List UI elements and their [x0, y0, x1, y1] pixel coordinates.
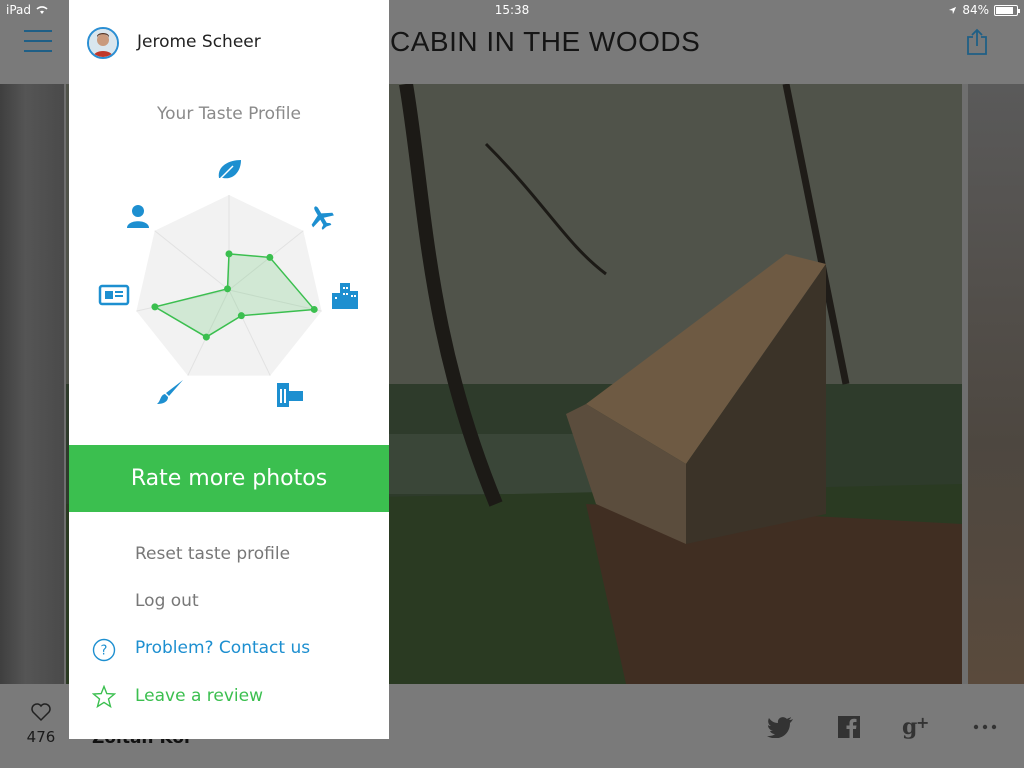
- leave-review-link[interactable]: Leave a review: [135, 686, 263, 706]
- svg-text:?: ?: [101, 644, 108, 659]
- radar-point: [266, 253, 274, 261]
- menu-icon[interactable]: [24, 30, 52, 52]
- city-icon[interactable]: [332, 283, 358, 309]
- heart-icon: [31, 703, 51, 722]
- travel-icon[interactable]: [305, 201, 338, 234]
- radar-point: [202, 333, 210, 341]
- battery-icon: [994, 4, 1020, 16]
- radar-point: [225, 250, 233, 258]
- user-profile-row[interactable]: Jerome Scheer: [69, 20, 389, 64]
- taste-radar-chart: [98, 160, 358, 407]
- share-icon[interactable]: [966, 28, 988, 56]
- people-icon[interactable]: [127, 205, 149, 228]
- social-share-bar: g +: [762, 712, 1004, 742]
- architecture-icon[interactable]: [277, 383, 303, 407]
- photo-title: CABIN IN THE WOODS: [390, 26, 701, 57]
- rate-more-photos-button[interactable]: Rate more photos: [69, 445, 389, 512]
- battery-level: [996, 6, 1013, 14]
- status-right: 84%: [948, 3, 1020, 17]
- radar-point: [224, 285, 232, 293]
- twitter-icon[interactable]: [762, 712, 800, 742]
- user-name: Jerome Scheer: [137, 32, 261, 52]
- status-time: 15:38: [494, 3, 530, 17]
- google-plus-icon[interactable]: g +: [898, 712, 936, 742]
- log-out-link[interactable]: Log out: [135, 591, 199, 611]
- contact-us-link[interactable]: Problem? Contact us: [135, 638, 310, 658]
- next-photo[interactable]: [968, 84, 1024, 684]
- more-icon[interactable]: [966, 712, 1004, 742]
- status-bar: iPad 15:38 84%: [0, 0, 1024, 20]
- help-icon: ?: [92, 638, 116, 662]
- journalism-icon[interactable]: [98, 284, 130, 306]
- star-icon: [92, 685, 116, 709]
- taste-profile-title: Your Taste Profile: [157, 104, 301, 124]
- like-count: 476: [26, 728, 56, 746]
- svg-text:+: +: [916, 714, 929, 732]
- radar-point: [237, 312, 245, 320]
- location-arrow-icon: [949, 6, 957, 14]
- reset-taste-profile-link[interactable]: Reset taste profile: [135, 544, 290, 564]
- battery-percent: 84%: [962, 3, 989, 17]
- previous-photo[interactable]: [0, 84, 64, 684]
- like-button[interactable]: 476: [26, 702, 56, 746]
- radar-point: [151, 303, 159, 311]
- nature-icon[interactable]: [218, 160, 241, 181]
- facebook-icon[interactable]: [830, 712, 868, 742]
- avatar[interactable]: [87, 27, 119, 59]
- art-brush-icon[interactable]: [157, 380, 183, 404]
- radar-point: [310, 305, 318, 313]
- side-drawer: Jerome Scheer Your Taste Profile Rate mo…: [69, 0, 389, 739]
